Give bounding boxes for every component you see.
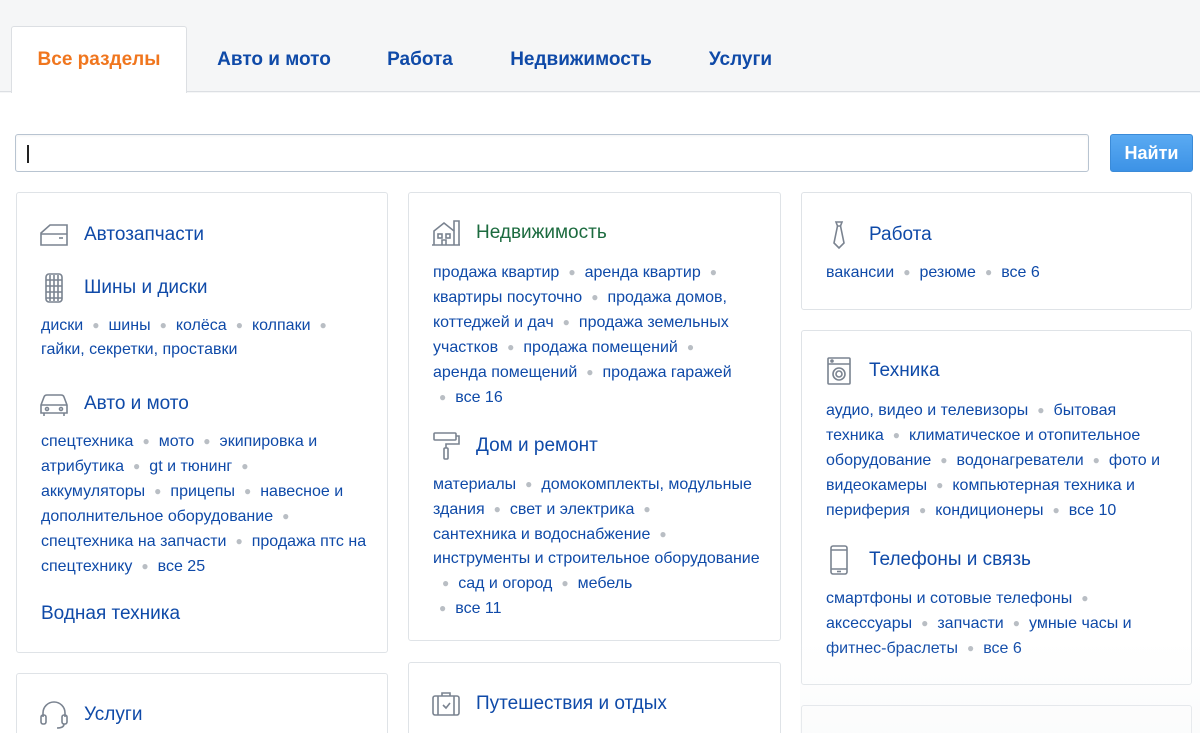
washing-machine-icon — [823, 355, 855, 387]
link[interactable]: шины — [108, 317, 150, 334]
link[interactable]: гайки, секретки, проставки — [41, 341, 237, 358]
link[interactable]: кондиционеры — [935, 502, 1043, 519]
home-links: материалы ● домокомплекты, модульные здани… — [433, 476, 760, 617]
link[interactable]: спецтехника на запчасти — [41, 533, 226, 550]
category-travel[interactable]: Путешествия и отдых — [430, 688, 667, 720]
link[interactable]: смартфоны и сотовые телефоны — [826, 590, 1072, 607]
category-title[interactable]: Авто и мото — [84, 393, 189, 415]
category-home[interactable]: Дом и ремонт — [430, 430, 598, 462]
tie-icon — [823, 219, 855, 251]
category-phones[interactable]: Телефоны и связь — [823, 544, 1031, 576]
category-card-jobs — [801, 192, 1192, 310]
link[interactable]: вакансии — [826, 264, 894, 281]
tab-auto-moto[interactable]: Авто и мото — [200, 26, 348, 93]
tab-services[interactable]: Услуги — [693, 26, 788, 93]
category-jobs[interactable]: Работа — [823, 219, 932, 251]
link[interactable]: аксессуары — [826, 615, 912, 632]
link[interactable]: все 25 — [158, 558, 205, 575]
auto-links: спецтехника ● мото ● экипировка и атрибутика… — [41, 433, 367, 575]
link[interactable]: диски — [41, 317, 83, 334]
link[interactable]: аренда помещений — [433, 364, 577, 381]
phones-links: смартфоны и сотовые телефоны ● аксессуары ●… — [826, 590, 1132, 657]
category-realty[interactable]: Недвижимость — [430, 217, 607, 249]
link[interactable]: продажа помещений — [523, 339, 677, 356]
house-icon — [430, 217, 462, 249]
category-title[interactable]: Путешествия и отдых — [476, 693, 667, 715]
category-water[interactable]: Водная техника — [41, 603, 180, 625]
link[interactable]: продажа квартир — [433, 264, 559, 281]
link[interactable]: колпаки — [252, 317, 311, 334]
tab-jobs[interactable]: Работа — [370, 26, 470, 93]
category-services[interactable]: Услуги — [38, 699, 142, 731]
category-title[interactable]: Недвижимость — [476, 222, 607, 244]
category-title[interactable]: Услуги — [84, 704, 142, 726]
category-card-partial — [801, 705, 1192, 733]
category-title[interactable]: Техника — [869, 360, 940, 382]
link[interactable]: все 6 — [1001, 264, 1040, 281]
link[interactable]: свет и электрика — [510, 501, 634, 518]
link[interactable]: продажа гаражей — [603, 364, 732, 381]
link[interactable]: резюме — [919, 264, 976, 281]
link[interactable]: все 10 — [1069, 502, 1116, 519]
link[interactable]: прицепы — [170, 483, 235, 500]
link[interactable]: все 6 — [983, 640, 1022, 657]
link[interactable]: мото — [159, 433, 195, 450]
tires-links: диски ● шины ● колёса ● колпаки ● гайки, секретк… — [41, 317, 327, 358]
link[interactable]: колёса — [176, 317, 227, 334]
suitcase-icon — [430, 688, 462, 720]
link[interactable]: все 11 — [455, 600, 501, 617]
top-tabs-bar: Все разделы Авто и мото Работа Недвижимо… — [0, 0, 1200, 93]
link[interactable]: сантехника и водоснабжение — [433, 526, 650, 543]
search-input[interactable] — [15, 134, 1089, 172]
tab-realty[interactable]: Недвижимость — [495, 26, 667, 93]
tech-links: аудио, видео и телевизоры ● бытовая техник… — [826, 402, 1161, 519]
jobs-links: вакансии ● резюме ● все 6 — [826, 264, 1040, 281]
link[interactable]: аренда квартир — [585, 264, 701, 281]
category-card-auto — [16, 192, 388, 653]
link[interactable]: инструменты и строительное оборудование — [433, 550, 760, 567]
link[interactable]: все 16 — [455, 389, 502, 406]
tire-icon — [38, 272, 70, 304]
link[interactable]: аккумуляторы — [41, 483, 145, 500]
phone-icon — [823, 544, 855, 576]
link[interactable]: водонагреватели — [957, 452, 1084, 469]
link[interactable]: gt и тюнинг — [149, 458, 232, 475]
text-caret — [27, 145, 29, 163]
car-door-icon — [38, 219, 70, 251]
category-title[interactable]: Водная техника — [41, 603, 180, 625]
category-auto[interactable]: Авто и мото — [38, 388, 189, 420]
link[interactable]: спецтехника — [41, 433, 133, 450]
category-tech[interactable]: Техника — [823, 355, 940, 387]
search-button[interactable]: Найти — [1110, 134, 1193, 172]
link[interactable]: сад и огород — [458, 575, 552, 592]
category-autoparts[interactable]: Автозапчасти — [38, 219, 204, 251]
link[interactable]: материалы — [433, 476, 516, 493]
link[interactable]: аудио, видео и телевизоры — [826, 402, 1028, 419]
category-title[interactable]: Автозапчасти — [84, 224, 204, 246]
realty-links: продажа квартир ● аренда квартир ● квартиры … — [433, 264, 732, 406]
paint-roller-icon — [430, 430, 462, 462]
headset-icon — [38, 699, 70, 731]
category-title[interactable]: Телефоны и связь — [869, 549, 1031, 571]
category-title[interactable]: Шины и диски — [84, 277, 207, 299]
tab-all-sections[interactable]: Все разделы — [11, 26, 187, 93]
link[interactable]: запчасти — [937, 615, 1003, 632]
link[interactable]: квартиры посуточно — [433, 289, 582, 306]
category-title[interactable]: Работа — [869, 224, 932, 246]
link[interactable]: мебель — [578, 575, 633, 592]
category-title[interactable]: Дом и ремонт — [476, 435, 598, 457]
category-tires[interactable]: Шины и диски — [38, 272, 207, 304]
car-icon — [38, 388, 70, 420]
